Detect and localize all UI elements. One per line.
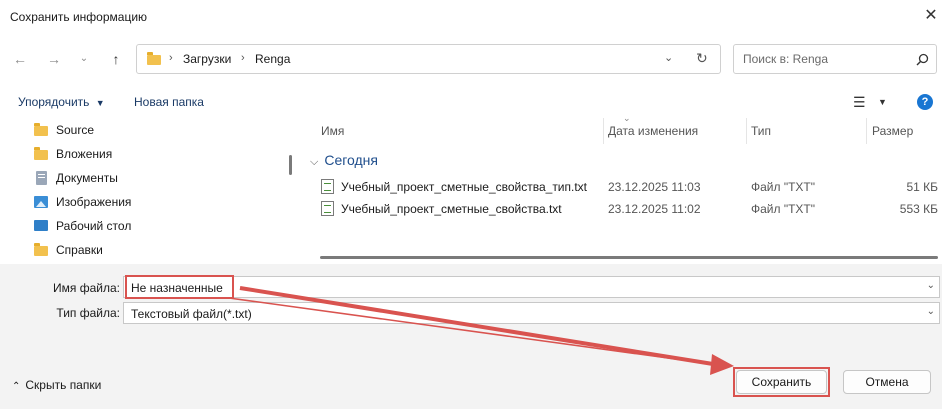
annotation-arrows — [228, 286, 734, 375]
collapse-up-chevron-icon: ⌃ — [12, 381, 21, 392]
annotation-arrowhead — [710, 354, 734, 375]
cancel-button[interactable]: Отмена — [843, 370, 931, 394]
hide-folders-label: Скрыть папки — [25, 378, 102, 392]
hide-folders-button[interactable]: ⌃ Скрыть папки — [12, 378, 101, 392]
save-highlight-box — [733, 367, 830, 397]
annotation-thick-arrow-line — [239, 286, 714, 366]
